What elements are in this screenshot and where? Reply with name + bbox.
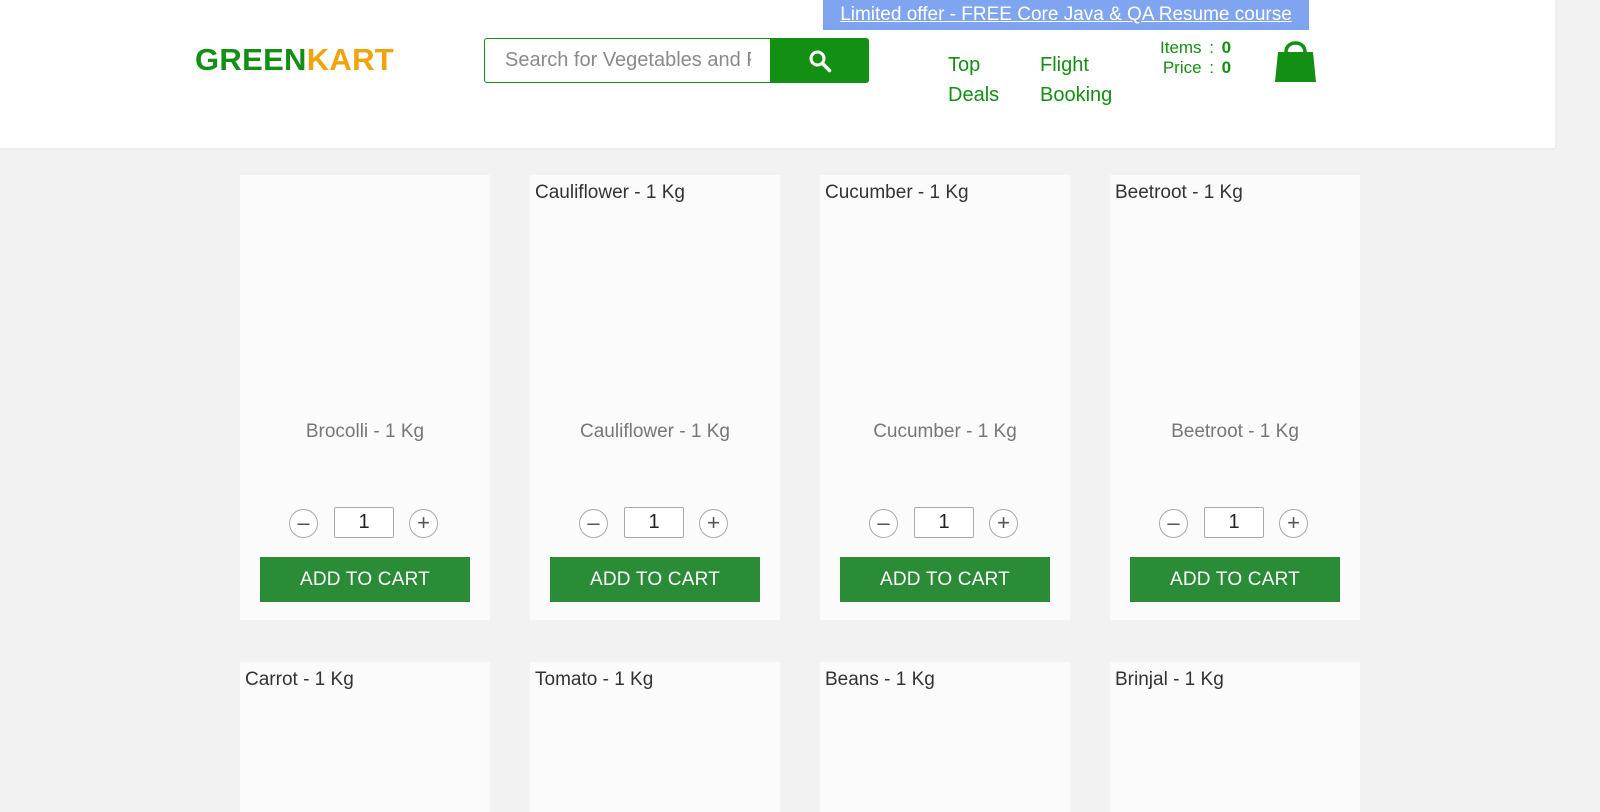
search-button[interactable] (770, 38, 869, 83)
quantity-input[interactable] (624, 507, 684, 538)
product-top-name: Brinjal - 1 Kg (1115, 669, 1224, 690)
cart-items-separator: : (1209, 38, 1214, 57)
product-name: Beetroot - 1 Kg (1171, 421, 1299, 442)
cart-items-value: 0 (1221, 38, 1232, 57)
logo-orange: KART (306, 42, 395, 77)
cart-items-label: Items (1160, 38, 1202, 57)
product-card: Carrot - 1 Kg (240, 662, 490, 812)
cart-price-value: 0 (1221, 58, 1232, 77)
product-card: Brocolli - 1 Kg – + ADD TO CART (240, 175, 490, 620)
product-top-name: Tomato - 1 Kg (535, 669, 654, 690)
cart-info: Items : 0 Price : 0 (1160, 38, 1236, 78)
flight-booking-link[interactable]: Flight Booking (1040, 50, 1130, 110)
quantity-stepper: – + (579, 507, 731, 539)
product-name: Cucumber - 1 Kg (873, 421, 1017, 442)
quantity-input[interactable] (914, 507, 974, 538)
plus-icon[interactable]: + (699, 509, 728, 538)
product-top-name: Beans - 1 Kg (825, 669, 935, 690)
header: Limited offer - FREE Core Java & QA Resu… (0, 0, 1555, 148)
cart-bag-icon[interactable] (1274, 37, 1317, 83)
cart-price-label: Price (1162, 58, 1202, 77)
add-to-cart-button[interactable]: ADD TO CART (1130, 557, 1340, 602)
cart-items-row: Items : 0 (1160, 38, 1236, 58)
search-icon (809, 50, 831, 72)
quantity-stepper: – + (1159, 507, 1311, 539)
top-deals-link[interactable]: Top Deals (948, 50, 1008, 110)
plus-icon[interactable]: + (409, 509, 438, 538)
search-bar (484, 38, 869, 83)
logo: GREENKART (195, 42, 394, 78)
product-top-name: Cauliflower - 1 Kg (535, 182, 685, 203)
minus-icon[interactable]: – (289, 509, 318, 538)
quantity-input[interactable] (1204, 507, 1264, 538)
add-to-cart-button[interactable]: ADD TO CART (260, 557, 470, 602)
offer-link[interactable]: Limited offer - FREE Core Java & QA Resu… (823, 0, 1309, 30)
product-card: Beetroot - 1 Kg Beetroot - 1 Kg – + ADD … (1110, 175, 1360, 620)
product-card: Cauliflower - 1 Kg Cauliflower - 1 Kg – … (530, 175, 780, 620)
product-top-name: Carrot - 1 Kg (245, 669, 354, 690)
product-name: Cauliflower - 1 Kg (580, 421, 730, 442)
quantity-input[interactable] (334, 507, 394, 538)
product-card: Tomato - 1 Kg (530, 662, 780, 812)
quantity-stepper: – + (869, 507, 1021, 539)
plus-icon[interactable]: + (989, 509, 1018, 538)
product-top-name: Beetroot - 1 Kg (1115, 182, 1243, 203)
product-name: Brocolli - 1 Kg (305, 421, 425, 442)
plus-icon[interactable]: + (1279, 509, 1308, 538)
add-to-cart-button[interactable]: ADD TO CART (840, 557, 1050, 602)
add-to-cart-button[interactable]: ADD TO CART (550, 557, 760, 602)
quantity-stepper: – + (289, 507, 441, 539)
search-input[interactable] (484, 38, 771, 83)
product-card: Beans - 1 Kg (820, 662, 1070, 812)
minus-icon[interactable]: – (1159, 509, 1188, 538)
product-top-name: Cucumber - 1 Kg (825, 182, 969, 203)
cart-price-separator: : (1209, 58, 1214, 77)
logo-green: GREEN (195, 42, 307, 77)
minus-icon[interactable]: – (869, 509, 898, 538)
product-card: Brinjal - 1 Kg (1110, 662, 1360, 812)
minus-icon[interactable]: – (579, 509, 608, 538)
cart-price-row: Price : 0 (1160, 58, 1236, 78)
product-card: Cucumber - 1 Kg Cucumber - 1 Kg – + ADD … (820, 175, 1070, 620)
